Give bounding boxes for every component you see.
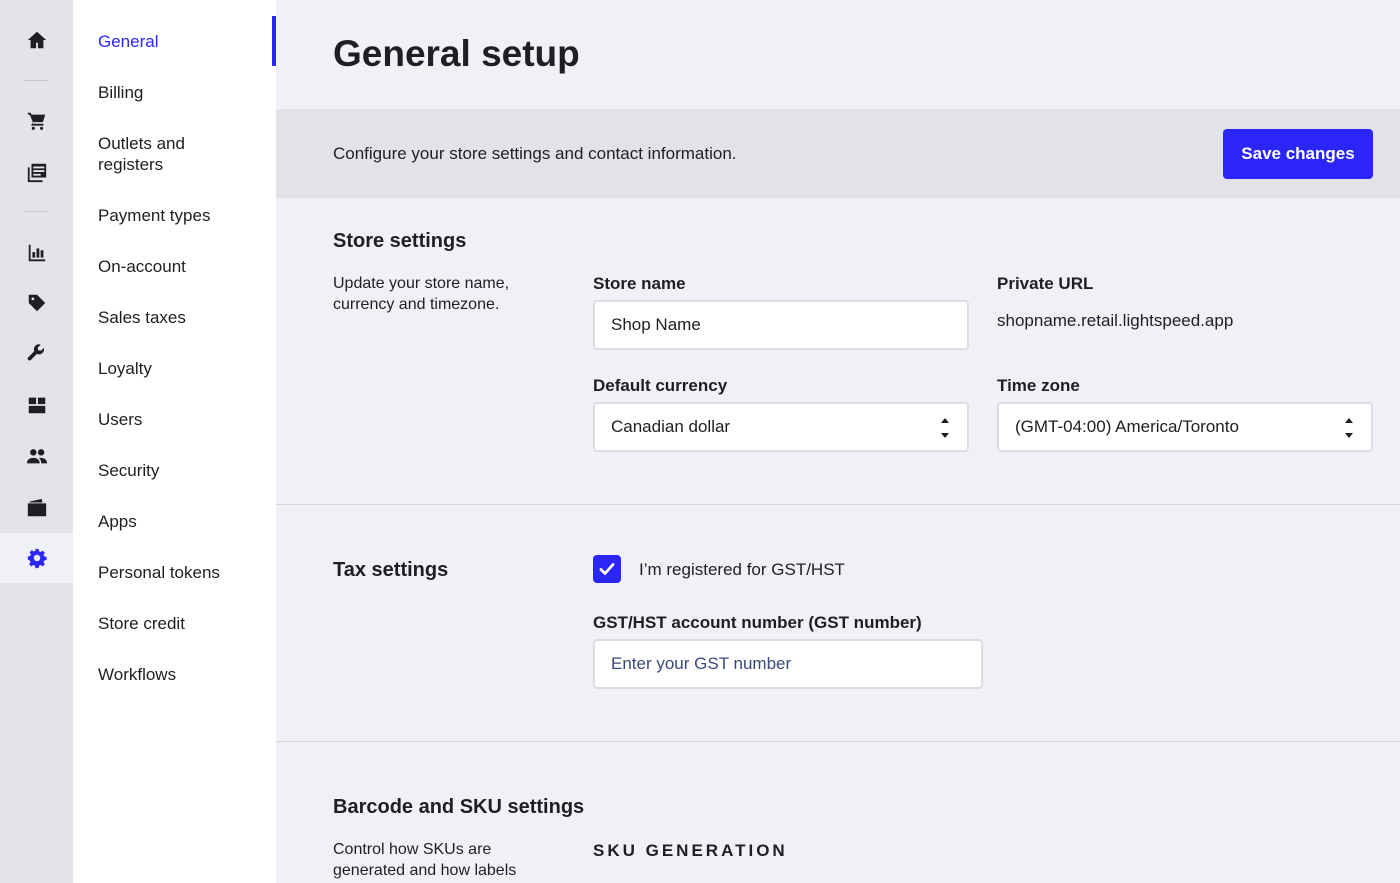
nav-promotions[interactable]	[0, 278, 73, 328]
settings-icon	[27, 548, 47, 569]
barcode-settings-title: Barcode and SKU settings	[333, 796, 585, 818]
nav-item-outlets-and-registers[interactable]: Outlets and registers	[98, 133, 238, 175]
section-divider	[276, 741, 1400, 742]
gst-registered-checkbox[interactable]	[593, 555, 621, 583]
icon-rail	[0, 0, 73, 883]
customers-icon	[26, 449, 47, 464]
select-arrows-icon	[1345, 418, 1353, 438]
sku-generation-heading: SKU GENERATION	[593, 841, 788, 860]
nav-catalog[interactable]	[0, 147, 73, 197]
section-divider	[276, 504, 1400, 505]
header-banner: Configure your store settings and contac…	[276, 109, 1400, 198]
gst-number-label: GST/HST account number (GST number)	[593, 613, 922, 632]
store-settings-title: Store settings	[333, 230, 467, 252]
reports-icon	[28, 244, 45, 262]
default-currency-label: Default currency	[593, 376, 728, 395]
cart-icon	[27, 112, 45, 130]
home-icon	[27, 31, 46, 49]
nav-reports[interactable]	[0, 228, 73, 278]
main-content: General setup Configure your store setti…	[276, 0, 1400, 883]
nav-settings[interactable]	[0, 533, 73, 583]
private-url-value: shopname.retail.lightspeed.app	[997, 311, 1234, 330]
nav-sell[interactable]	[0, 96, 73, 146]
nav-item-security[interactable]: Security	[98, 460, 268, 481]
save-changes-button[interactable]: Save changes	[1223, 129, 1373, 179]
nav-item-loyalty[interactable]: Loyalty	[98, 358, 268, 379]
page-title: General setup	[333, 33, 580, 74]
nav-cash[interactable]	[0, 483, 73, 533]
nav-item-sales-taxes[interactable]: Sales taxes	[98, 307, 268, 328]
nav-item-on-account[interactable]: On-account	[98, 256, 268, 277]
settings-nav: General Billing Outlets and registers Pa…	[73, 0, 276, 883]
tag-icon	[28, 294, 45, 312]
nav-item-billing[interactable]: Billing	[98, 82, 268, 103]
wrench-icon	[27, 344, 44, 361]
checkmark-icon	[599, 563, 615, 575]
store-settings-description: Update your store name, currency and tim…	[333, 275, 510, 313]
catalog-icon	[27, 163, 46, 183]
inventory-icon	[28, 397, 45, 414]
tax-settings-title: Tax settings	[333, 559, 449, 581]
nav-customers[interactable]	[0, 431, 73, 481]
store-name-input[interactable]	[593, 300, 969, 350]
time-zone-select[interactable]: (GMT-04:00) America/Toronto	[997, 402, 1373, 452]
store-name-label: Store name	[593, 274, 686, 293]
nav-item-general[interactable]: General	[98, 31, 268, 52]
nav-inventory[interactable]	[0, 380, 73, 430]
wallet-icon	[27, 498, 46, 517]
gst-registered-label[interactable]: I’m registered for GST/HST	[639, 560, 845, 580]
gst-number-input[interactable]	[593, 639, 983, 689]
nav-item-apps[interactable]: Apps	[98, 511, 268, 532]
rail-divider	[24, 80, 48, 81]
banner-description: Configure your store settings and contac…	[333, 144, 737, 163]
select-arrows-icon	[941, 418, 949, 438]
time-zone-value: (GMT-04:00) America/Toronto	[1015, 417, 1239, 436]
default-currency-value: Canadian dollar	[611, 417, 731, 436]
nav-tools[interactable]	[0, 328, 73, 378]
nav-item-payment-types[interactable]: Payment types	[98, 205, 268, 226]
time-zone-label: Time zone	[997, 376, 1080, 395]
nav-item-store-credit[interactable]: Store credit	[98, 613, 268, 634]
nav-item-personal-tokens[interactable]: Personal tokens	[98, 562, 268, 583]
nav-item-workflows[interactable]: Workflows	[98, 664, 268, 685]
rail-divider	[24, 211, 48, 212]
nav-home[interactable]	[0, 15, 73, 65]
nav-item-users[interactable]: Users	[98, 409, 268, 430]
barcode-settings-description: Control how SKUs are generated and how l…	[333, 841, 517, 879]
default-currency-select[interactable]: Canadian dollar	[593, 402, 969, 452]
private-url-label: Private URL	[997, 274, 1094, 293]
